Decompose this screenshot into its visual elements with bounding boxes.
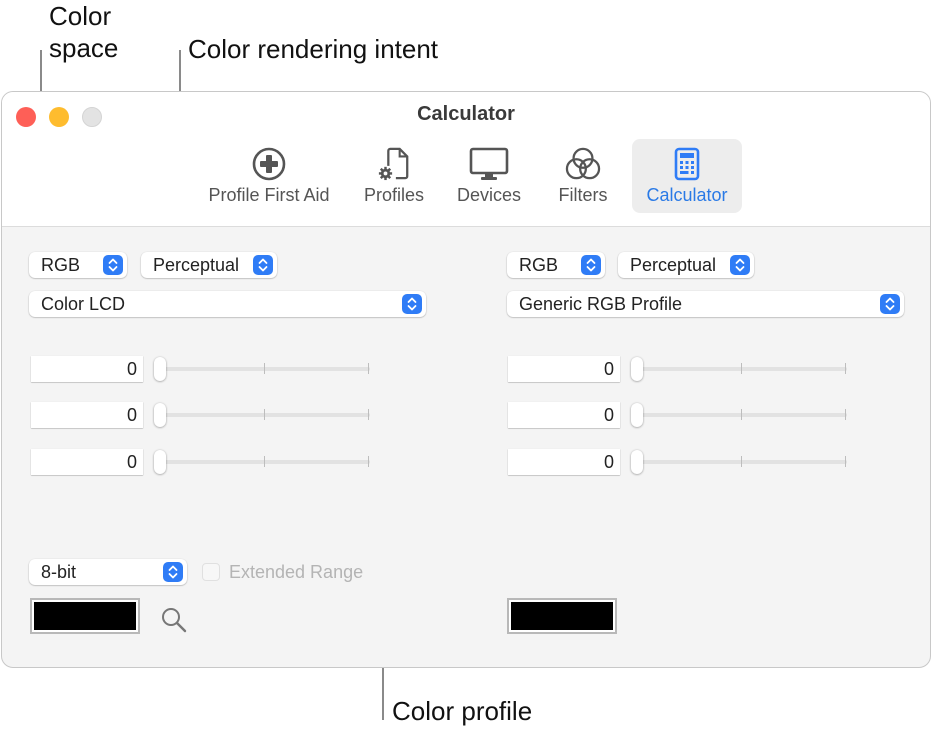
document-gear-icon [378, 147, 409, 181]
popup-value: Perceptual [153, 255, 240, 275]
right-channel-2-slider[interactable] [631, 403, 847, 427]
popup-arrows-icon [581, 255, 601, 275]
slider-tick [845, 456, 846, 467]
slider-track[interactable] [637, 367, 847, 371]
left-color-space-popup[interactable]: RGB [29, 252, 127, 278]
slider-track[interactable] [637, 460, 847, 464]
left-channel-1-slider[interactable] [154, 357, 370, 381]
plus-circle-icon [252, 147, 286, 181]
tab-label: Calculator [646, 185, 728, 205]
right-rendering-intent-popup[interactable]: Perceptual [618, 252, 754, 278]
slider-tick [368, 456, 369, 467]
tab-profiles[interactable]: Profiles [356, 139, 432, 213]
window-title: Calculator [417, 103, 515, 125]
popup-arrows-icon [730, 255, 750, 275]
left-channel-3-slider[interactable] [154, 450, 370, 474]
extended-range-checkbox[interactable] [202, 563, 220, 581]
right-color-space-popup[interactable]: RGB [507, 252, 605, 278]
left-swatch-fill [34, 602, 136, 630]
popup-arrows-icon [163, 562, 183, 582]
tab-calculator[interactable]: Calculator [632, 139, 742, 213]
bit-depth-popup[interactable]: 8-bit [29, 559, 187, 585]
tab-devices[interactable]: Devices [448, 139, 530, 213]
callout-color-space-line2: space [49, 33, 119, 63]
popup-value: 8-bit [41, 562, 77, 582]
popup-arrows-icon [253, 255, 273, 275]
callout-color-space-line1: Color [49, 1, 112, 31]
tab-filters[interactable]: Filters [547, 139, 619, 213]
slider-knob[interactable] [631, 403, 643, 427]
callout-color-profile: Color profile [392, 696, 533, 726]
slider-knob[interactable] [631, 357, 643, 381]
right-swatch-fill [511, 602, 613, 630]
slider-tick [264, 363, 265, 374]
left-channel-1-field[interactable]: 0 [31, 356, 143, 382]
popup-value: Generic RGB Profile [519, 294, 683, 314]
slider-tick [368, 363, 369, 374]
display-icon [469, 147, 509, 180]
slider-tick [741, 409, 742, 420]
slider-tick [845, 363, 846, 374]
slider-tick [741, 363, 742, 374]
right-channel-3-field[interactable]: 0 [508, 449, 620, 475]
slider-tick [845, 409, 846, 420]
right-channel-2-field[interactable]: 0 [508, 402, 620, 428]
callout-color-space: Color space [49, 0, 118, 64]
slider-tick [741, 456, 742, 467]
tab-label: Profiles [363, 185, 425, 205]
slider-tick [264, 456, 265, 467]
slider-knob[interactable] [154, 357, 166, 381]
popup-arrows-icon [402, 294, 422, 314]
left-channel-3-field[interactable]: 0 [31, 449, 143, 475]
slider-tick [368, 409, 369, 420]
slider-track[interactable] [160, 367, 370, 371]
right-channel-1-slider[interactable] [631, 357, 847, 381]
right-profile-popup[interactable]: Generic RGB Profile [507, 291, 904, 317]
popup-arrows-icon [103, 255, 123, 275]
right-channel-3-slider[interactable] [631, 450, 847, 474]
popup-value: Perceptual [630, 255, 717, 275]
left-channel-2-slider[interactable] [154, 403, 370, 427]
slider-knob[interactable] [631, 450, 643, 474]
popup-value: RGB [41, 255, 81, 275]
popup-arrows-icon [880, 294, 900, 314]
title-bar: Calculator Profile First Aid Profiles De… [2, 92, 930, 227]
left-channel-2-field[interactable]: 0 [31, 402, 143, 428]
left-color-swatch[interactable] [30, 598, 140, 634]
left-rendering-intent-popup[interactable]: Perceptual [141, 252, 277, 278]
popup-value: RGB [519, 255, 559, 275]
colorsync-window: Calculator Profile First Aid Profiles De… [1, 91, 931, 668]
slider-track[interactable] [637, 413, 847, 417]
callout-rendering-intent: Color rendering intent [188, 34, 439, 64]
slider-tick [264, 409, 265, 420]
extended-range-label: Extended Range [229, 562, 364, 582]
slider-track[interactable] [160, 460, 370, 464]
tab-label: Profile First Aid [208, 185, 330, 205]
slider-knob[interactable] [154, 450, 166, 474]
right-channel-1-field[interactable]: 0 [508, 356, 620, 382]
tab-profile-first-aid[interactable]: Profile First Aid [198, 139, 340, 213]
left-profile-popup[interactable]: Color LCD [29, 291, 426, 317]
tab-label: Devices [456, 185, 522, 205]
slider-knob[interactable] [154, 403, 166, 427]
slider-track[interactable] [160, 413, 370, 417]
calculator-icon [674, 147, 700, 181]
right-color-swatch[interactable] [507, 598, 617, 634]
magnifier-icon[interactable] [160, 606, 188, 634]
tab-label: Filters [558, 185, 608, 205]
popup-value: Color LCD [41, 294, 126, 314]
overlapping-circles-icon [565, 147, 601, 180]
